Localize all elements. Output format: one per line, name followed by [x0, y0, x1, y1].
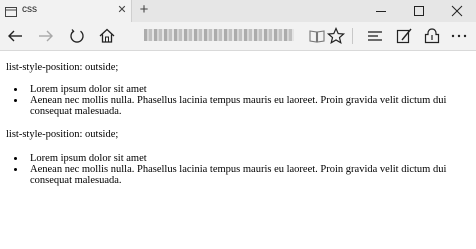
toolbar-divider [352, 28, 353, 44]
refresh-button[interactable] [66, 25, 88, 47]
maximize-icon [414, 6, 424, 16]
back-button[interactable] [4, 25, 26, 47]
list-item: Aenean nec mollis nulla. Phasellus lacin… [26, 95, 451, 117]
web-note-icon [396, 28, 412, 44]
minimize-button[interactable] [362, 0, 400, 22]
refresh-icon [70, 29, 84, 43]
home-button[interactable] [96, 25, 118, 47]
demo-list: Lorem ipsum dolor sit amet Aenean nec mo… [0, 84, 451, 117]
web-note-button[interactable] [393, 25, 415, 47]
close-window-button[interactable] [438, 0, 476, 22]
hub-icon [368, 31, 382, 41]
section-label: list-style-position: outside; [6, 62, 119, 73]
list-item: Lorem ipsum dolor sit amet [26, 84, 451, 95]
hub-button[interactable] [364, 25, 386, 47]
forward-arrow-icon [39, 30, 53, 42]
section-label: list-style-position: outside; [6, 129, 119, 140]
tab-page-icon [5, 5, 17, 17]
favorites-star-icon [326, 26, 346, 45]
close-icon [451, 5, 463, 17]
maximize-button[interactable] [400, 0, 438, 22]
navigation-bar [0, 22, 476, 51]
tab-title: css [22, 4, 37, 15]
forward-button[interactable] [35, 25, 57, 47]
new-tab-button[interactable]: + [136, 2, 152, 18]
list-item: Lorem ipsum dolor sit amet [26, 153, 451, 164]
more-button[interactable] [448, 25, 470, 47]
more-icon [451, 34, 467, 38]
back-arrow-icon [8, 30, 22, 42]
page-content: list-style-position: outside; Lorem ipsu… [0, 51, 476, 249]
demo-list: Lorem ipsum dolor sit amet Aenean nec mo… [0, 153, 451, 186]
list-item: Aenean nec mollis nulla. Phasellus lacin… [26, 164, 451, 186]
share-button[interactable] [421, 25, 443, 47]
home-icon [99, 28, 115, 43]
share-icon [424, 28, 440, 44]
title-bar: css ✕ + [0, 0, 476, 22]
tab-close-button[interactable]: ✕ [115, 3, 129, 17]
address-url [144, 29, 294, 41]
minimize-icon [376, 11, 386, 12]
favorites-button[interactable] [325, 25, 347, 47]
browser-tab[interactable]: css ✕ [0, 0, 132, 22]
